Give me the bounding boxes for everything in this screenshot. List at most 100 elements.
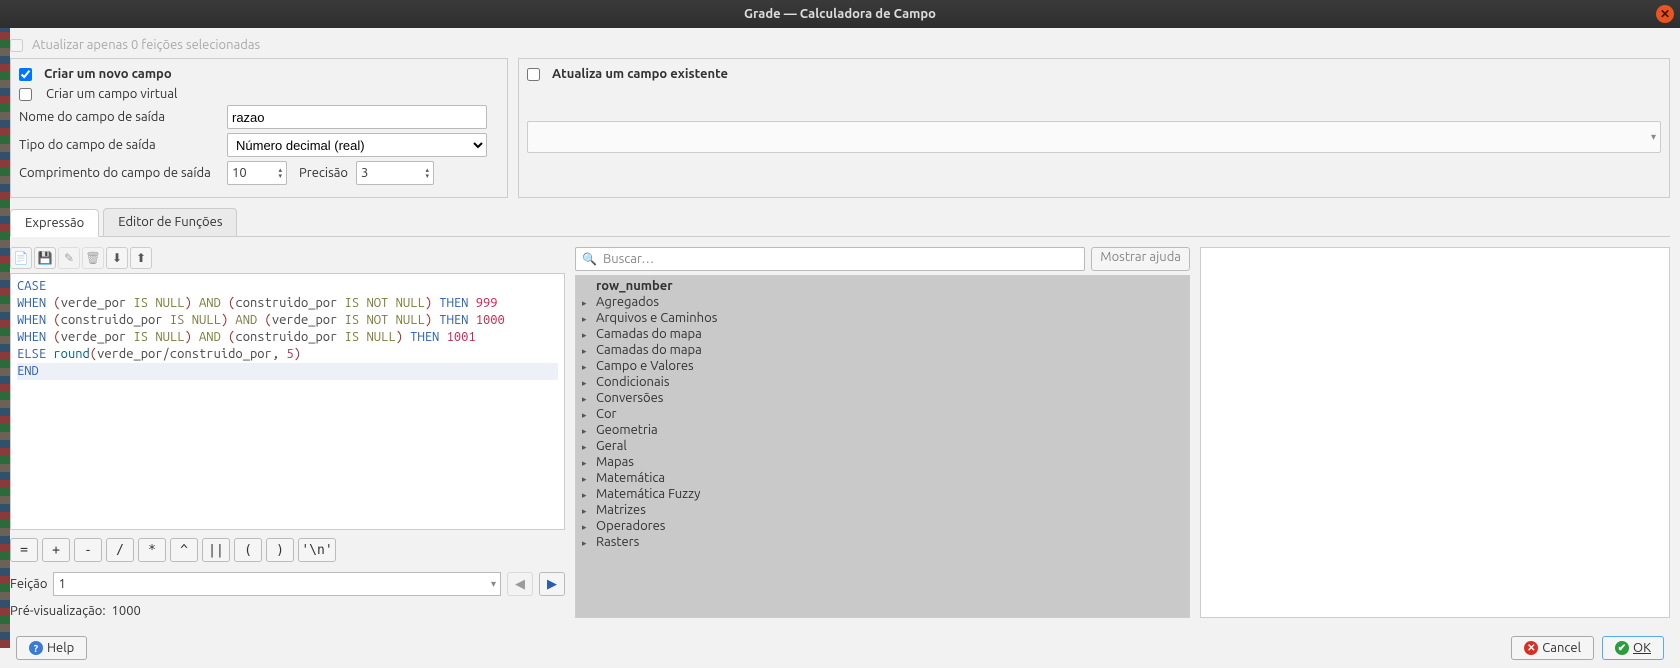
expand-triangle-icon[interactable]: ▸ bbox=[582, 506, 587, 517]
field-type-select[interactable]: Número decimal (real) bbox=[227, 133, 487, 157]
expand-triangle-icon[interactable]: ▸ bbox=[582, 314, 587, 325]
cancel-button[interactable]: ✕ Cancel bbox=[1511, 636, 1594, 660]
expand-triangle-icon[interactable]: ▸ bbox=[582, 442, 587, 453]
code-token: CASE bbox=[17, 279, 46, 293]
update-field-checkbox[interactable] bbox=[527, 68, 540, 81]
expand-triangle-icon[interactable]: ▸ bbox=[582, 522, 587, 533]
expand-triangle-icon[interactable]: ▸ bbox=[582, 298, 587, 309]
spinner-arrows-icon[interactable]: ▴▾ bbox=[278, 167, 282, 179]
virtual-field-checkbox[interactable] bbox=[19, 88, 32, 101]
preview-label: Pré-visualização: bbox=[10, 604, 106, 618]
update-field-panel: Atualiza um campo existente ▾ bbox=[518, 58, 1670, 198]
feature-select[interactable]: 1 ▾ bbox=[53, 572, 501, 596]
op-open-paren[interactable]: ( bbox=[234, 538, 262, 562]
edit-expression-icon: ✎ bbox=[58, 247, 80, 269]
field-precision-label: Precisão bbox=[299, 166, 348, 180]
expand-triangle-icon[interactable]: ▸ bbox=[582, 538, 587, 549]
help-icon: ? bbox=[29, 641, 43, 655]
next-feature-button[interactable]: ▶ bbox=[539, 572, 565, 596]
close-icon[interactable]: ✕ bbox=[1656, 5, 1674, 23]
tree-item[interactable]: ▸Matemática bbox=[576, 470, 1189, 486]
tab-expression[interactable]: Expressão bbox=[10, 209, 99, 237]
expand-triangle-icon[interactable]: ▸ bbox=[582, 474, 587, 485]
new-expression-icon[interactable]: 📄 bbox=[10, 247, 32, 269]
expand-triangle-icon[interactable]: ▸ bbox=[582, 490, 587, 501]
delete-expression-icon: 🗑 bbox=[82, 247, 104, 269]
tree-item[interactable]: ▸ Conversões bbox=[576, 390, 1189, 406]
app-left-strip bbox=[0, 28, 10, 648]
tree-item[interactable]: ▸Matemática Fuzzy bbox=[576, 486, 1189, 502]
field-name-label: Nome do campo de saída bbox=[19, 110, 219, 124]
tree-item-label: Rasters bbox=[596, 535, 639, 549]
tree-item-label: Condicionais bbox=[596, 375, 669, 389]
tree-item[interactable]: ▸Cor bbox=[576, 406, 1189, 422]
field-name-input[interactable] bbox=[227, 105, 487, 129]
feature-label: Feição bbox=[10, 577, 47, 591]
ok-icon: ✔ bbox=[1615, 641, 1629, 655]
cancel-icon: ✕ bbox=[1524, 641, 1538, 655]
tree-item[interactable]: ▸Geral bbox=[576, 438, 1189, 454]
tree-item[interactable]: ▸Camadas do mapa bbox=[576, 326, 1189, 342]
tree-item-label: Operadores bbox=[596, 519, 665, 533]
op-equals[interactable]: = bbox=[10, 538, 38, 562]
update-field-label: Atualiza um campo existente bbox=[552, 67, 728, 81]
tree-item-label: Camadas do mapa bbox=[596, 343, 702, 357]
help-button[interactable]: ? Help bbox=[16, 636, 87, 660]
field-length-value: 10 bbox=[232, 166, 247, 180]
tree-item[interactable]: ▸ Condicionais bbox=[576, 374, 1189, 390]
expand-triangle-icon[interactable]: ▸ bbox=[582, 346, 587, 357]
expand-triangle-icon[interactable]: ▸ bbox=[582, 330, 587, 341]
tree-item-row-number[interactable]: row_number bbox=[576, 278, 1189, 294]
tree-item[interactable]: ▸Mapas bbox=[576, 454, 1189, 470]
existing-field-select[interactable]: ▾ bbox=[527, 121, 1661, 153]
function-tree[interactable]: row_number ▸ Agregados ▸ Arquivos e Caminho… bbox=[575, 275, 1190, 618]
ok-button[interactable]: ✔ OK bbox=[1602, 636, 1664, 660]
field-precision-spinner[interactable]: 3 ▴▾ bbox=[356, 161, 434, 185]
op-concat[interactable]: || bbox=[202, 538, 230, 562]
op-power[interactable]: ^ bbox=[170, 538, 198, 562]
tree-item-label: Agregados bbox=[596, 295, 659, 309]
import-expression-icon[interactable]: ⬇ bbox=[106, 247, 128, 269]
field-precision-value: 3 bbox=[361, 166, 368, 180]
tree-item[interactable]: ▸ Arquivos e Caminhos bbox=[576, 310, 1189, 326]
expand-triangle-icon[interactable]: ▸ bbox=[582, 458, 587, 469]
expand-triangle-icon[interactable]: ▸ bbox=[582, 410, 587, 421]
tree-item[interactable]: ▸ Operadores bbox=[576, 518, 1189, 534]
tree-item[interactable]: ▸Campo e Valores bbox=[576, 358, 1189, 374]
op-divide[interactable]: / bbox=[106, 538, 134, 562]
expand-triangle-icon[interactable]: ▸ bbox=[582, 394, 587, 405]
tree-item[interactable]: ▸ Rasters bbox=[576, 534, 1189, 550]
tree-item[interactable]: ▸ Camadas do mapa bbox=[576, 342, 1189, 358]
expression-editor[interactable]: CASE WHEN (verde_por IS NULL) AND (const… bbox=[10, 273, 565, 530]
create-field-checkbox[interactable] bbox=[19, 68, 32, 81]
create-field-panel: Criar um novo campo Criar um campo virtu… bbox=[10, 58, 508, 198]
tree-item-label: Arquivos e Caminhos bbox=[596, 311, 717, 325]
op-newline[interactable]: '\n' bbox=[298, 538, 336, 562]
function-search-input[interactable]: 🔍 Buscar… bbox=[575, 247, 1085, 271]
operator-buttons: = + - / * ^ || ( ) '\n' bbox=[10, 538, 565, 562]
tab-function-editor[interactable]: Editor de Funções bbox=[103, 208, 237, 236]
op-close-paren[interactable]: ) bbox=[266, 538, 294, 562]
spinner-arrows-icon[interactable]: ▴▾ bbox=[425, 167, 429, 179]
save-expression-icon[interactable]: 💾 bbox=[34, 247, 56, 269]
expand-triangle-icon[interactable]: ▸ bbox=[582, 378, 587, 389]
tree-item-label: Geometria bbox=[596, 423, 658, 437]
export-expression-icon[interactable]: ⬆ bbox=[130, 247, 152, 269]
chevron-down-icon: ▾ bbox=[1651, 131, 1656, 143]
tree-item[interactable]: ▸Matrizes bbox=[576, 502, 1189, 518]
field-length-label: Comprimento do campo de saída bbox=[19, 166, 219, 180]
prev-feature-button: ◀ bbox=[507, 572, 533, 596]
op-multiply[interactable]: * bbox=[138, 538, 166, 562]
field-length-spinner[interactable]: 10 ▴▾ bbox=[227, 161, 287, 185]
code-token: WHEN bbox=[17, 296, 46, 310]
virtual-field-label: Criar um campo virtual bbox=[46, 87, 177, 101]
expand-triangle-icon[interactable]: ▸ bbox=[582, 362, 587, 373]
tree-item-label: Conversões bbox=[596, 391, 663, 405]
tree-item[interactable]: ▸ Geometria bbox=[576, 422, 1189, 438]
tree-item[interactable]: ▸ Agregados bbox=[576, 294, 1189, 310]
op-minus[interactable]: - bbox=[74, 538, 102, 562]
show-help-button[interactable]: Mostrar ajuda bbox=[1091, 247, 1190, 271]
expand-triangle-icon[interactable]: ▸ bbox=[582, 426, 587, 437]
preview-value: 1000 bbox=[112, 604, 141, 618]
op-plus[interactable]: + bbox=[42, 538, 70, 562]
